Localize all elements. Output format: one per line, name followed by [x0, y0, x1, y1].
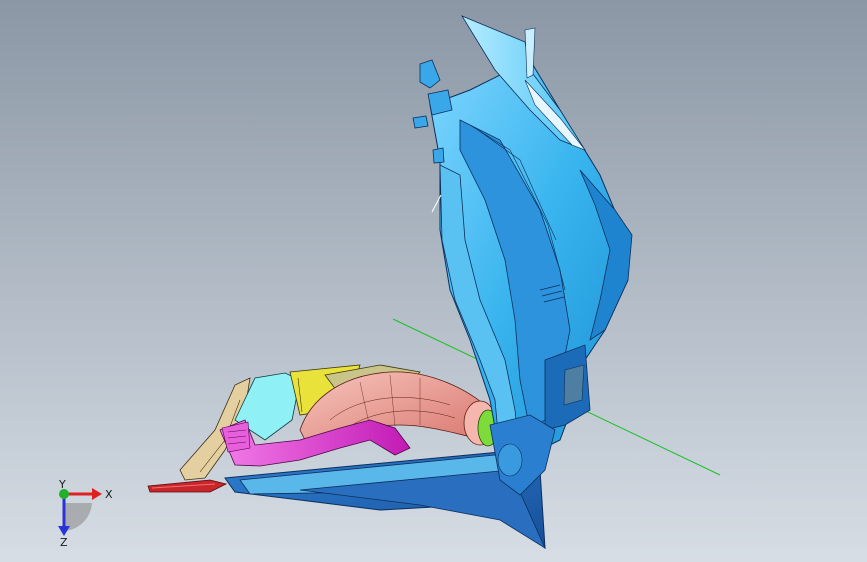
y-axis-label: Y [58, 478, 66, 491]
floor-panel [224, 451, 546, 550]
coordinate-triad: X Y Z [58, 478, 113, 548]
z-axis-arrow [58, 526, 70, 536]
model-view[interactable] [0, 0, 867, 562]
x-axis-arrow [92, 488, 102, 500]
red-rod [147, 479, 228, 493]
graphics-viewport[interactable]: X Y Z [0, 0, 867, 562]
z-axis-label: Z [60, 536, 68, 548]
x-axis-label: X [105, 488, 113, 501]
